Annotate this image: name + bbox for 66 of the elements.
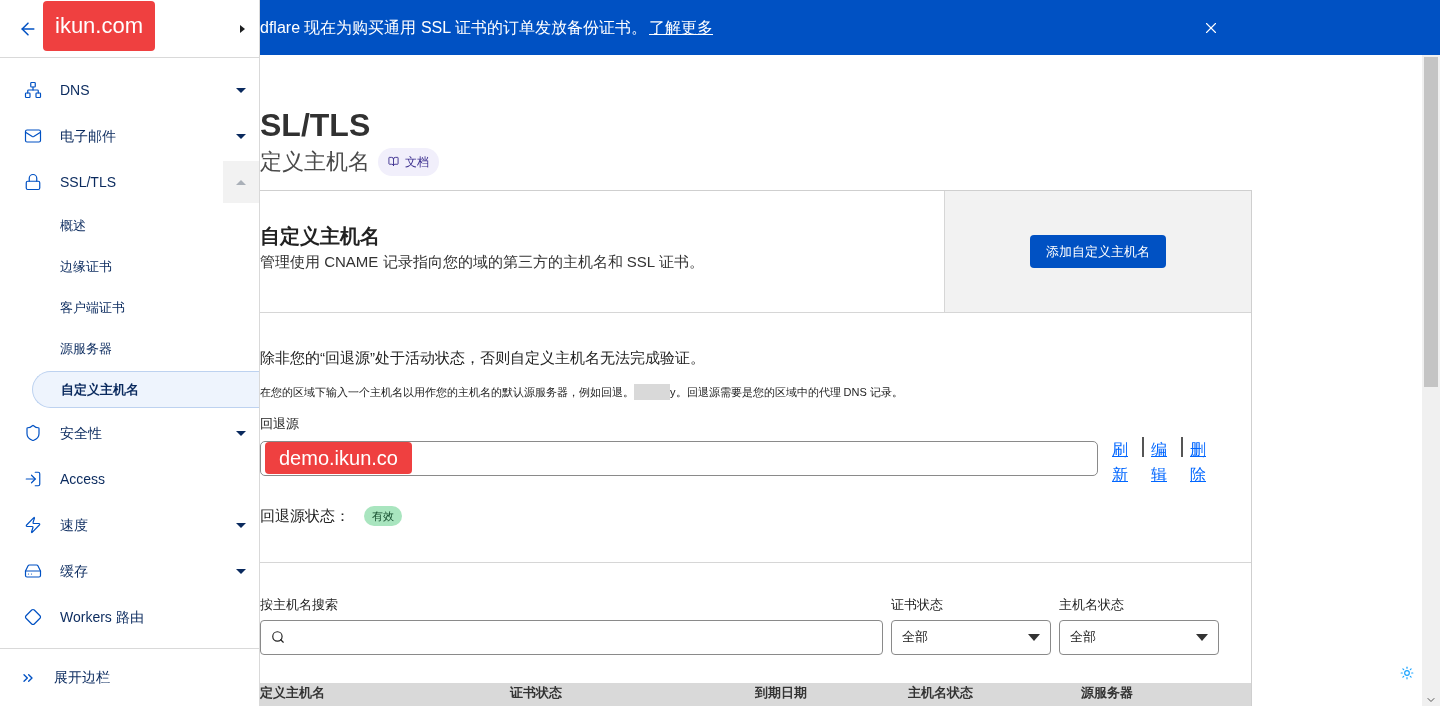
banner-text: dflare 现在为购买通用 SSL 证书的订单发放备份证书。 [260, 17, 647, 38]
caret-icon [236, 179, 246, 185]
dropdown-caret-icon [1196, 633, 1208, 641]
fallback-origin-input[interactable]: demo.ikun.co [260, 440, 1098, 476]
sidebar-item[interactable]: Access [0, 456, 259, 502]
sidebar-item[interactable]: 缓存 [0, 548, 259, 594]
domain-label: ikun.com [43, 0, 156, 51]
sidebar-item[interactable]: 电子邮件 [0, 113, 259, 159]
action-link[interactable]: 删除 [1190, 436, 1208, 487]
sign-in-icon [24, 470, 42, 488]
page-title: SL/TLS [260, 106, 372, 145]
caret-icon [236, 568, 246, 574]
column-header: 证书状态 [510, 685, 563, 700]
sidebar-item[interactable]: 速度 [0, 502, 259, 548]
sitemap-icon [24, 81, 42, 99]
sidebar-item[interactable]: 安全性 [0, 410, 259, 456]
field-label: 证书状态 [891, 596, 944, 614]
caret-icon [236, 430, 246, 436]
action-link[interactable]: 刷新 [1112, 436, 1130, 487]
sidebar-subitem[interactable]: 源服务器 [32, 330, 259, 367]
status-badge: 有效 [364, 505, 402, 526]
search-field[interactable] [260, 619, 883, 655]
sidebar-item[interactable]: DNS [0, 67, 259, 113]
sidebar-item[interactable]: Workers 路由 [0, 594, 259, 640]
field-label: 按主机名搜索 [260, 596, 339, 614]
page-subtitle: 定义主机名 [260, 148, 370, 176]
column-header: 主机名状态 [908, 685, 974, 700]
sidebar-subitem[interactable]: 客户端证书 [32, 289, 259, 326]
lock-icon [24, 173, 42, 191]
sidebar-subitem[interactable]: 边缘证书 [32, 248, 259, 285]
redacted-block [634, 383, 670, 400]
caret-right-icon[interactable] [240, 24, 245, 33]
storage-icon [24, 562, 42, 580]
column-header: 定义主机名 [260, 685, 326, 700]
section-title: 自定义主机名 [260, 224, 381, 249]
learn-more-link[interactable]: 了解更多 [649, 15, 713, 40]
caret-icon [236, 133, 246, 139]
column-header: 源服务器 [1081, 685, 1134, 700]
diamond-icon [24, 608, 42, 626]
sidebar-item[interactable]: SSL/TLS [0, 159, 259, 205]
warning-text: 除非您的“回退源”处于活动状态，否则自定义主机名无法完成验证。 [260, 348, 706, 368]
caret-icon [236, 522, 246, 528]
section-description: 管理使用 CNAME 记录指向您的域的第三方的主机名和 SSL 证书。 [260, 252, 705, 272]
book-icon [388, 156, 399, 167]
status-select[interactable]: 全部 [891, 619, 1051, 655]
expand-sidebar-button[interactable]: 展开边栏 [0, 648, 259, 706]
add-custom-hostname-button[interactable]: 添加自定义主机名 [1030, 235, 1166, 268]
status-select[interactable]: 全部 [1059, 619, 1219, 655]
shield-icon [24, 424, 42, 442]
status-label: 回退源状态： [260, 505, 350, 526]
caret-icon [236, 87, 246, 93]
column-header: 到期日期 [755, 685, 808, 700]
dropdown-caret-icon [1028, 633, 1040, 641]
mail-icon [24, 127, 42, 145]
hint-text: y。回退源需要是您的区域中的代理 DNS 记录。 [670, 384, 903, 400]
field-label: 回退源 [260, 415, 300, 433]
sidebar-subitem[interactable]: 概述 [32, 207, 259, 244]
scrollbar[interactable] [1422, 55, 1440, 706]
sidebar-subitem[interactable]: 自定义主机名 [32, 371, 259, 408]
docs-badge[interactable]: 文档 [378, 147, 439, 176]
lightning-icon [24, 516, 42, 534]
action-link[interactable]: 编辑 [1151, 436, 1169, 487]
field-label: 主机名状态 [1059, 596, 1125, 614]
sun-icon[interactable] [1400, 666, 1414, 680]
search-icon [271, 630, 285, 644]
hint-text: 在您的区域下输入一个主机名以用作您的主机名的默认源服务器，例如回退。 [260, 384, 634, 400]
